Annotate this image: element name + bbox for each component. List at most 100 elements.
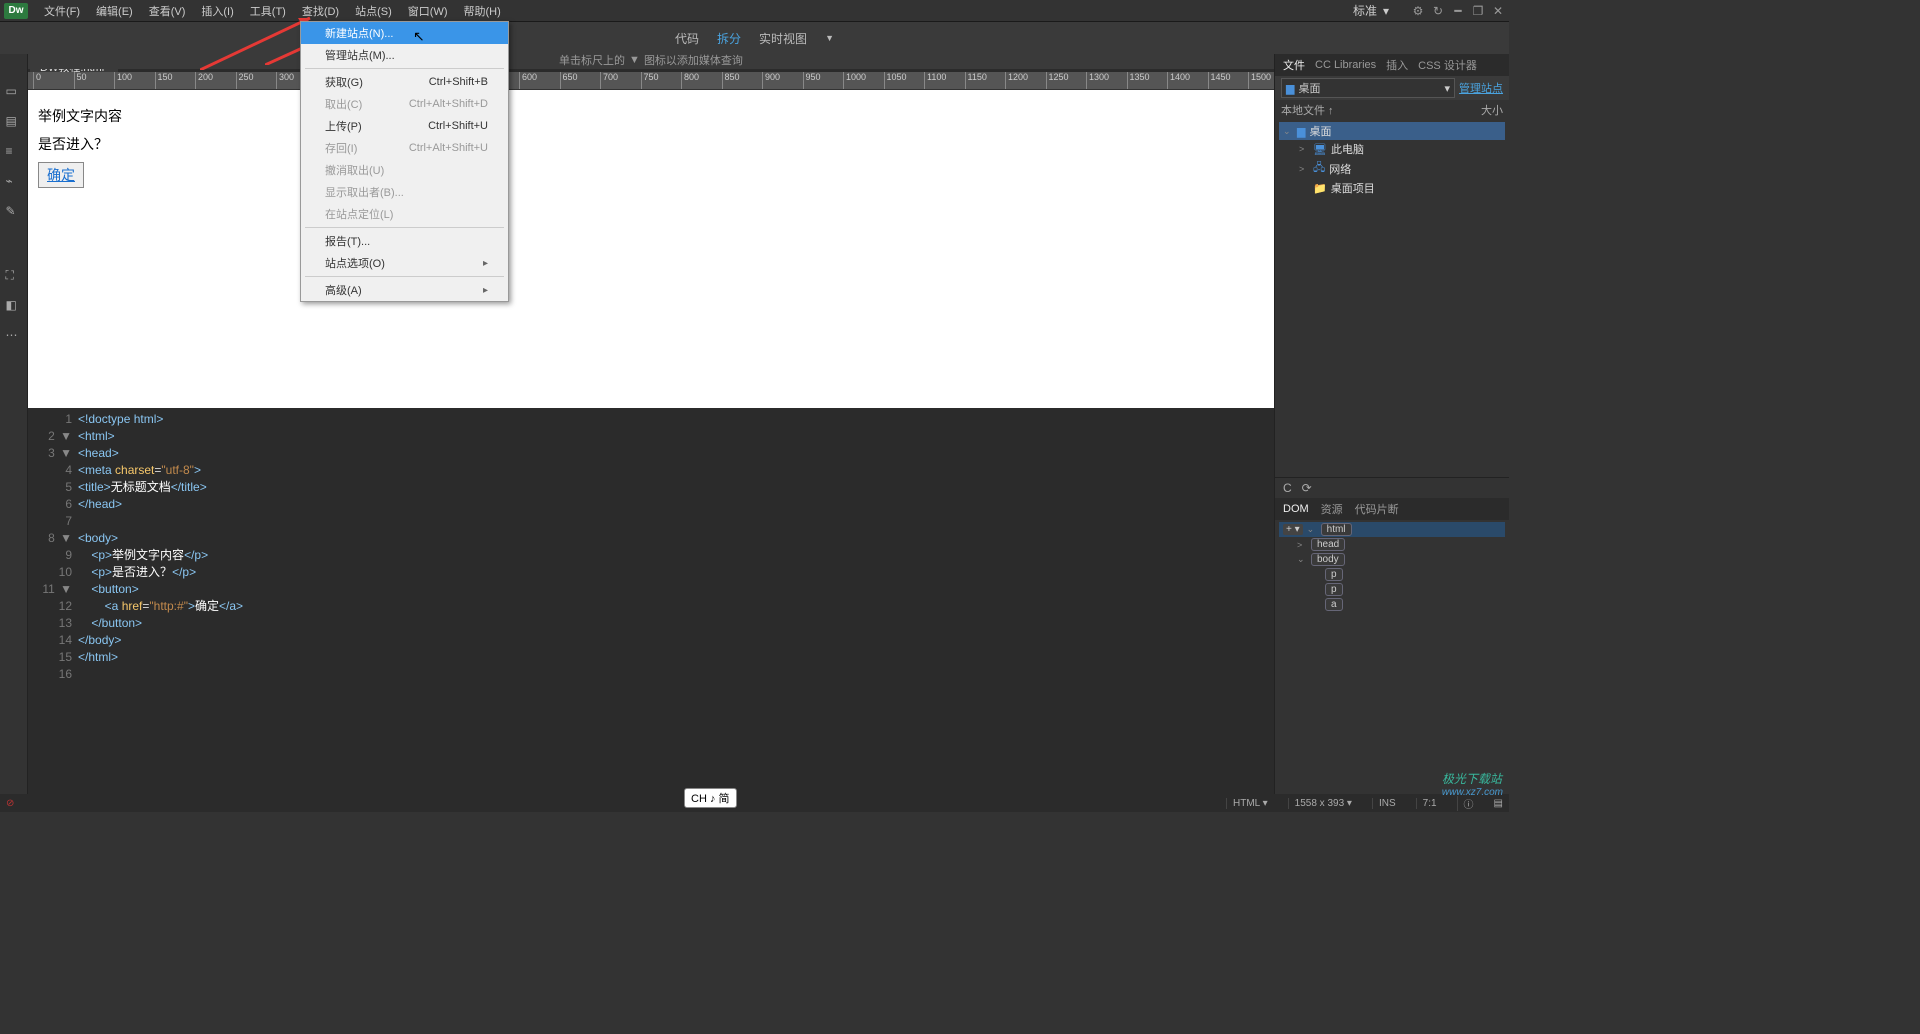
sync-icon[interactable]: ⟳ [1302,481,1312,495]
tool-icon[interactable]: ✎ [6,204,22,220]
code-gutter: 12 ▼3 ▼45678 ▼91011 ▼1213141516 [28,408,78,794]
manage-sites-link[interactable]: 管理站点 [1455,80,1503,96]
file-icon[interactable]: ▭ [6,84,22,100]
ruler[interactable]: 0501001502002503003504004505005506006507… [28,72,1274,90]
dom-row[interactable]: p [1279,582,1505,597]
dropdown-item: 取出(C)Ctrl+Alt+Shift+D [301,93,508,115]
ruler-tick: 750 [641,72,659,90]
add-icon[interactable]: + ▾ [1283,524,1303,535]
dropdown-item: 存回(I)Ctrl+Alt+Shift+U [301,137,508,159]
code-view[interactable]: 12 ▼3 ▼45678 ▼91011 ▼1213141516 <!doctyp… [28,408,1274,794]
panel-tabs-top: 文件 CC Libraries 插入 CSS 设计器 [1275,54,1509,76]
dom-row[interactable]: >head [1279,537,1505,552]
watermark-url: www.xz7.com [1442,787,1503,798]
tool-icon[interactable]: ◧ [6,298,22,314]
network-icon: 🖧 [1313,159,1325,178]
dropdown-item: 显示取出者(B)... [301,181,508,203]
preview-link[interactable]: 确定 [47,167,75,183]
column-header-size[interactable]: 大小 [1481,102,1503,118]
tab-files[interactable]: 文件 [1283,57,1305,73]
status-dimensions[interactable]: 1558 x 393 ▾ [1288,798,1358,809]
more-icon[interactable]: ⋯ [6,328,22,344]
menu-help[interactable]: 帮助(H) [456,1,509,21]
view-split-button[interactable]: 拆分 [717,30,741,47]
ruler-tick: 900 [762,72,780,90]
tab-dom[interactable]: DOM [1283,503,1309,515]
file-tree[interactable]: ⌄▆桌面>🖥此电脑>🖧网络📁桌面项目 [1275,120,1509,199]
tree-row[interactable]: ⌄▆桌面 [1279,122,1505,140]
ruler-icon[interactable]: ≡ [6,144,22,160]
minimize-icon[interactable]: ━ [1451,4,1465,18]
tab-resources[interactable]: 资源 [1321,501,1343,517]
workspace-label[interactable]: 标准 [1353,2,1377,19]
preview-text: 举例文字内容 [38,106,1264,126]
dropdown-item[interactable]: 新建站点(N)... [301,22,508,44]
tree-row[interactable]: >🖧网络 [1279,158,1505,179]
chevron-down-icon[interactable]: ▾ [1383,4,1389,18]
menu-window[interactable]: 窗口(W) [400,1,456,21]
dom-row[interactable]: a [1279,597,1505,612]
dom-tag: p [1325,583,1343,596]
tab-insert[interactable]: 插入 [1386,57,1408,73]
menu-edit[interactable]: 编辑(E) [88,1,141,21]
gear-icon[interactable]: ⚙ [1411,4,1425,18]
dom-row[interactable]: p [1279,567,1505,582]
site-menu-dropdown: 新建站点(N)...管理站点(M)... 获取(G)Ctrl+Shift+B取出(… [300,21,509,302]
site-select[interactable]: ▆ 桌面 ▾ [1281,78,1455,98]
ruler-tick: 250 [236,72,254,90]
dropdown-item[interactable]: 管理站点(M)... [301,44,508,66]
left-toolbox: ▭ ▤ ≡ ⌁ ✎ ⛶ ◧ ⋯ [0,54,28,794]
ruler-tick: 850 [722,72,740,90]
dropdown-item[interactable]: 站点选项(O)▸ [301,252,508,274]
dropdown-item[interactable]: 上传(P)Ctrl+Shift+U [301,115,508,137]
dom-row[interactable]: + ▾⌄html [1279,522,1505,537]
pc-icon: 🖥 [1313,143,1327,156]
tab-snippets[interactable]: 代码片断 [1355,501,1399,517]
status-lang[interactable]: HTML ▾ [1226,798,1274,809]
menu-site[interactable]: 站点(S) [347,1,400,21]
ruler-tick: 50 [74,72,87,90]
dropdown-icon: ▼ [629,54,640,66]
column-header-file[interactable]: 本地文件 ↑ [1281,102,1334,118]
edit-icon[interactable]: ▤ [6,114,22,130]
tab-css-designer[interactable]: CSS 设计器 [1418,57,1477,73]
tab-cc-libraries[interactable]: CC Libraries [1315,59,1376,71]
tree-row[interactable]: 📁桌面项目 [1279,179,1505,197]
tool-icon[interactable]: ⌁ [6,174,22,190]
dom-tag: head [1311,538,1345,551]
error-icon[interactable]: ⊘ [6,798,14,809]
tree-label: 桌面项目 [1331,180,1375,196]
status-icon[interactable]: ▤ [1494,798,1503,809]
close-icon[interactable]: ✕ [1491,4,1505,18]
view-code-button[interactable]: 代码 [675,30,699,47]
ime-indicator: CH ♪ 简 [684,788,737,808]
watermark-title: 极光下载站 [1442,772,1502,786]
ruler-tick: 200 [195,72,213,90]
chevron-down-icon[interactable]: ▼ [825,33,834,43]
design-view[interactable]: 举例文字内容 是否进入？ 确定 [28,90,1274,408]
dropdown-item[interactable]: 获取(G)Ctrl+Shift+B [301,71,508,93]
ruler-tick: 650 [560,72,578,90]
watermark: 极光下载站 www.xz7.com [1442,770,1503,798]
desktop-icon: ▆ [1297,125,1305,138]
code-body[interactable]: <!doctype html><html><head><meta charset… [78,408,1274,794]
ruler-tick: 1250 [1046,72,1069,90]
sync-icon[interactable]: ↻ [1431,4,1445,18]
tree-row[interactable]: >🖥此电脑 [1279,140,1505,158]
restore-icon[interactable]: ❐ [1471,4,1485,18]
dropdown-item[interactable]: 高级(A)▸ [301,279,508,301]
dom-row[interactable]: ⌄body [1279,552,1505,567]
dom-tree[interactable]: + ▾⌄html>head⌄bodyppa [1275,520,1509,614]
ruler-tick: 1450 [1208,72,1231,90]
menu-view[interactable]: 查看(V) [141,1,194,21]
refresh-icon[interactable]: C [1283,481,1292,495]
tree-label: 网络 [1329,161,1351,177]
menu-file[interactable]: 文件(F) [36,1,88,21]
tool-icon[interactable]: ⛶ [6,268,22,284]
cursor-icon: ↖ [413,28,425,45]
preview-button[interactable]: 确定 [38,162,84,188]
view-live-button[interactable]: 实时视图 [759,30,807,47]
dropdown-item[interactable]: 报告(T)... [301,230,508,252]
panel-tabs-bottom: DOM 资源 代码片断 [1275,498,1509,520]
dom-tag: a [1325,598,1343,611]
